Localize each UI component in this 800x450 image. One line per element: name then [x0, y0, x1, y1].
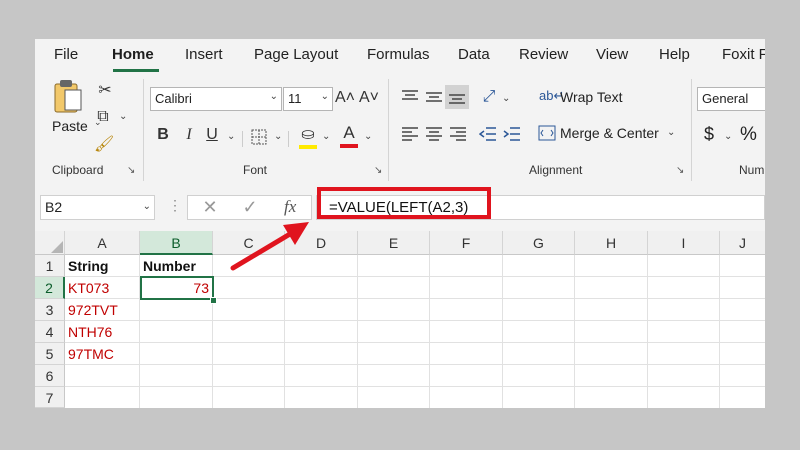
annotation-arrow-icon — [230, 222, 309, 271]
